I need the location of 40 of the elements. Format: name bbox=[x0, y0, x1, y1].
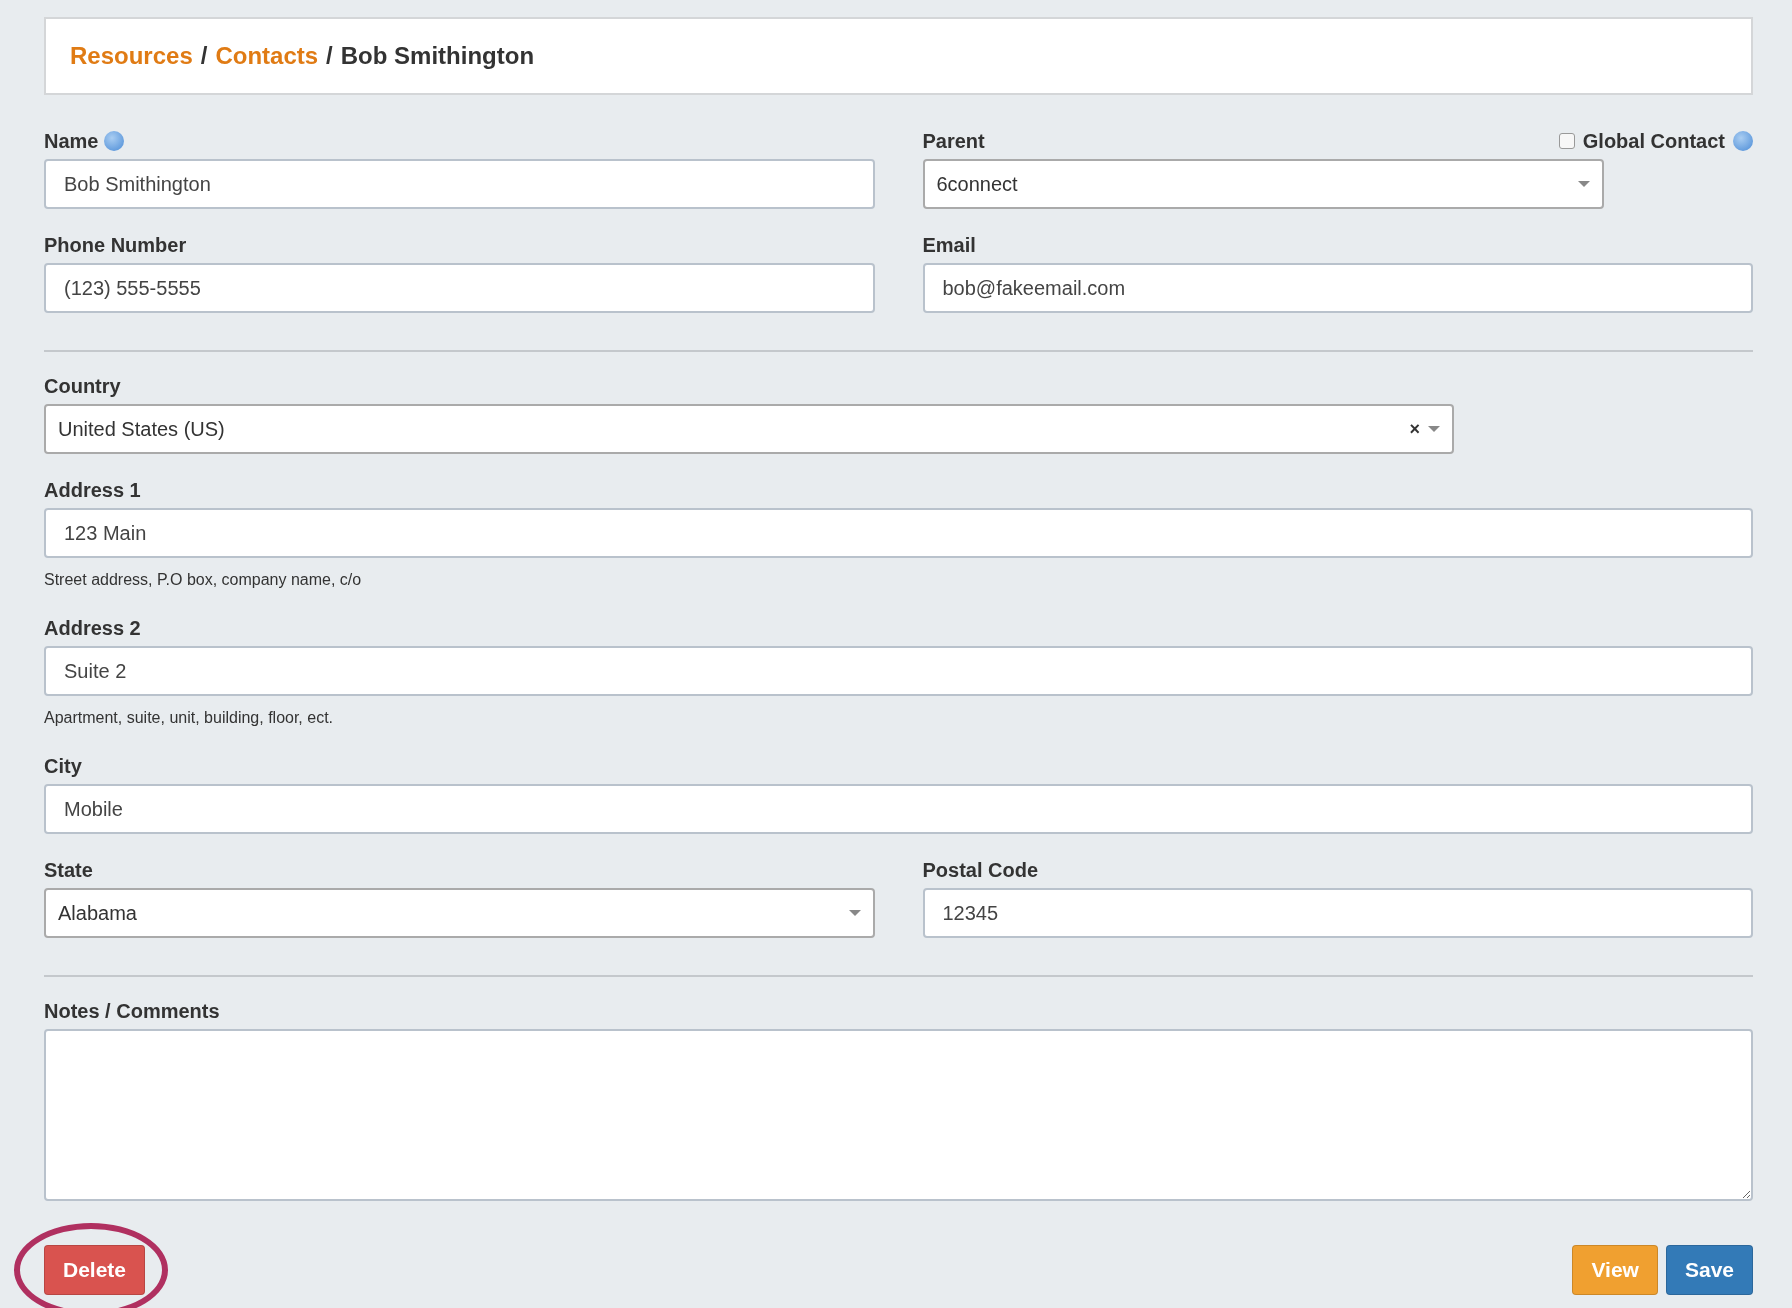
field-label: Postal Code bbox=[922, 858, 1039, 882]
field-label: State bbox=[44, 858, 93, 882]
field-label: Name bbox=[44, 129, 99, 153]
field-label: City bbox=[44, 754, 82, 778]
field-label: Notes / Comments bbox=[44, 999, 220, 1023]
text-field[interactable]: bob@fakeemail.com bbox=[922, 263, 1753, 313]
breadcrumb-separator: / bbox=[326, 41, 333, 71]
clear-icon[interactable]: × bbox=[1409, 415, 1420, 443]
checkbox[interactable] bbox=[1558, 133, 1575, 149]
select-value: United States (US) bbox=[58, 417, 225, 442]
save-button[interactable]: Save bbox=[1665, 1245, 1753, 1295]
field-label: Email bbox=[922, 233, 976, 257]
text-field[interactable]: 123 Main bbox=[44, 508, 1753, 558]
text-field[interactable]: Bob Smithington bbox=[44, 159, 875, 209]
text-field[interactable]: Mobile bbox=[44, 784, 1753, 834]
select-value: 6connect bbox=[936, 172, 1018, 197]
help-text: Apartment, suite, unit, building, floor, ect. bbox=[44, 708, 335, 728]
help-icon[interactable] bbox=[1733, 131, 1753, 151]
field-label: Parent bbox=[922, 129, 985, 153]
field-label: Phone Number bbox=[44, 233, 187, 257]
help-text: Street address, P.O box, company name, c/o bbox=[44, 570, 363, 590]
select-field[interactable]: United States (US) × bbox=[44, 404, 1454, 454]
breadcrumb-separator: / bbox=[200, 41, 208, 71]
text-field[interactable]: (123) 555-5555 bbox=[44, 263, 875, 313]
breadcrumb-current: Bob Smithington bbox=[340, 41, 535, 71]
checkbox-label: Global Contact bbox=[1582, 129, 1725, 153]
help-icon[interactable] bbox=[104, 131, 125, 151]
field-label: Address 2 bbox=[44, 616, 141, 640]
caret-icon bbox=[1577, 181, 1590, 187]
select-field[interactable]: 6connect bbox=[922, 159, 1604, 209]
caret-icon bbox=[848, 910, 861, 916]
caret-icon bbox=[1427, 426, 1440, 432]
text-field[interactable]: 12345 bbox=[922, 888, 1753, 938]
field-label: Address 1 bbox=[44, 478, 141, 502]
notes-field[interactable] bbox=[44, 1029, 1753, 1201]
delete-button[interactable]: Delete bbox=[44, 1245, 146, 1295]
field-label: Country bbox=[44, 374, 121, 398]
text-field[interactable]: Suite 2 bbox=[44, 646, 1753, 696]
select-value: Alabama bbox=[58, 901, 137, 926]
select-field[interactable]: Alabama bbox=[44, 888, 875, 938]
